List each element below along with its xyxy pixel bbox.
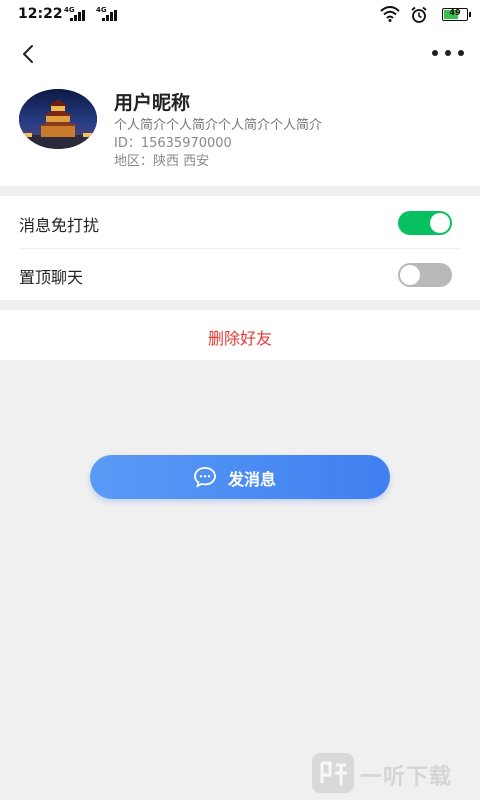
status-icons: 49 xyxy=(358,6,471,24)
send-message-label: 发消息 xyxy=(228,470,277,489)
avatar[interactable] xyxy=(19,89,97,149)
settings-list: 消息免打扰 置顶聊天 xyxy=(0,196,480,300)
watermark-logo-icon xyxy=(312,753,354,793)
status-bar: 12:22 4G 4G 49 xyxy=(0,0,480,30)
setting-pin-chat: 置顶聊天 xyxy=(0,248,480,300)
do-not-disturb-toggle[interactable] xyxy=(398,211,452,235)
signal-icon: 4G xyxy=(96,6,120,21)
pin-chat-toggle[interactable] xyxy=(398,263,452,287)
signal-icon: 4G xyxy=(64,6,88,21)
battery-icon: 49 xyxy=(442,8,471,21)
setting-label: 消息免打扰 xyxy=(19,216,100,235)
send-message-button[interactable]: 发消息 xyxy=(90,455,390,499)
more-button[interactable] xyxy=(430,40,466,66)
delete-friend-button[interactable]: 删除好友 xyxy=(0,310,480,360)
profile-card: 用户昵称 个人简介个人简介个人简介个人简介 ID：15635970000 地区：… xyxy=(0,78,480,186)
back-button[interactable] xyxy=(14,38,44,68)
wifi-icon xyxy=(380,6,400,22)
region-text: 地区：陕西 西安 xyxy=(114,154,210,169)
bio-text: 个人简介个人简介个人简介个人简介 xyxy=(114,118,323,133)
battery-level: 49 xyxy=(449,8,461,17)
watermark-text: 一听下载 xyxy=(360,765,453,790)
nav-bar xyxy=(0,30,480,78)
setting-label: 置顶聊天 xyxy=(19,268,84,287)
user-id: ID：15635970000 xyxy=(114,136,232,151)
alarm-icon xyxy=(411,6,427,23)
status-time: 12:22 xyxy=(18,6,63,22)
delete-friend-label: 删除好友 xyxy=(207,329,272,348)
watermark: 一听下载 xyxy=(312,750,472,796)
nickname: 用户昵称 xyxy=(114,92,191,114)
chevron-left-icon xyxy=(23,45,33,63)
setting-do-not-disturb: 消息免打扰 xyxy=(0,196,480,249)
chat-bubble-icon xyxy=(194,467,216,488)
